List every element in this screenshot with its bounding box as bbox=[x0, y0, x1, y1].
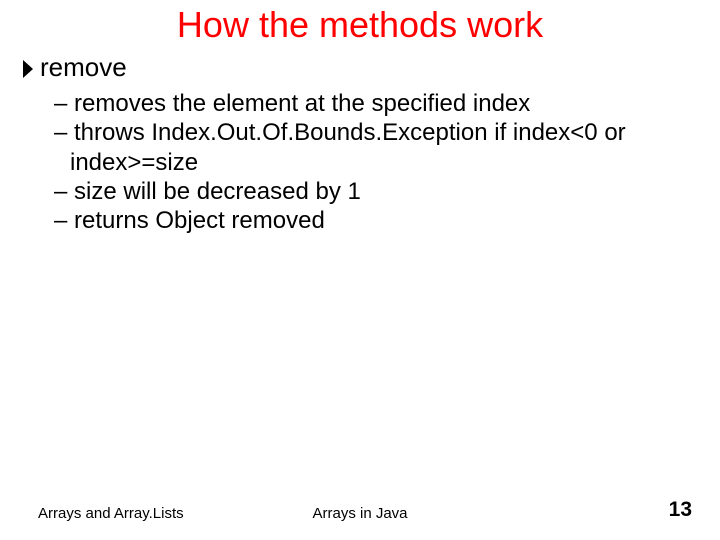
bullet-icon bbox=[22, 58, 36, 80]
slide-title: How the methods work bbox=[20, 4, 700, 46]
sub-list: – removes the element at the specified i… bbox=[54, 89, 700, 235]
list-item-text: size will be decreased by 1 bbox=[74, 178, 361, 205]
list-item: – returns Object removed bbox=[54, 206, 700, 235]
dash-icon: – bbox=[54, 119, 74, 146]
footer-left: Arrays and Array.Lists bbox=[38, 505, 184, 522]
list-item: – throws Index.Out.Of.Bounds.Exception i… bbox=[54, 118, 700, 177]
topic-label: remove bbox=[40, 52, 127, 83]
list-item-text: returns Object removed bbox=[74, 207, 325, 234]
footer-center: Arrays in Java bbox=[312, 505, 407, 522]
page-number: 13 bbox=[669, 498, 692, 522]
slide: How the methods work remove – removes th… bbox=[0, 0, 720, 540]
list-item-text: removes the element at the specified ind… bbox=[74, 90, 530, 117]
dash-icon: – bbox=[54, 90, 74, 117]
dash-icon: – bbox=[54, 178, 74, 205]
list-item: – size will be decreased by 1 bbox=[54, 177, 700, 206]
footer: Arrays and Array.Lists Arrays in Java 13 bbox=[0, 498, 720, 522]
topic-row: remove bbox=[22, 52, 700, 83]
list-item-text: throws Index.Out.Of.Bounds.Exception if … bbox=[70, 119, 626, 175]
dash-icon: – bbox=[54, 207, 74, 234]
list-item: – removes the element at the specified i… bbox=[54, 89, 700, 118]
